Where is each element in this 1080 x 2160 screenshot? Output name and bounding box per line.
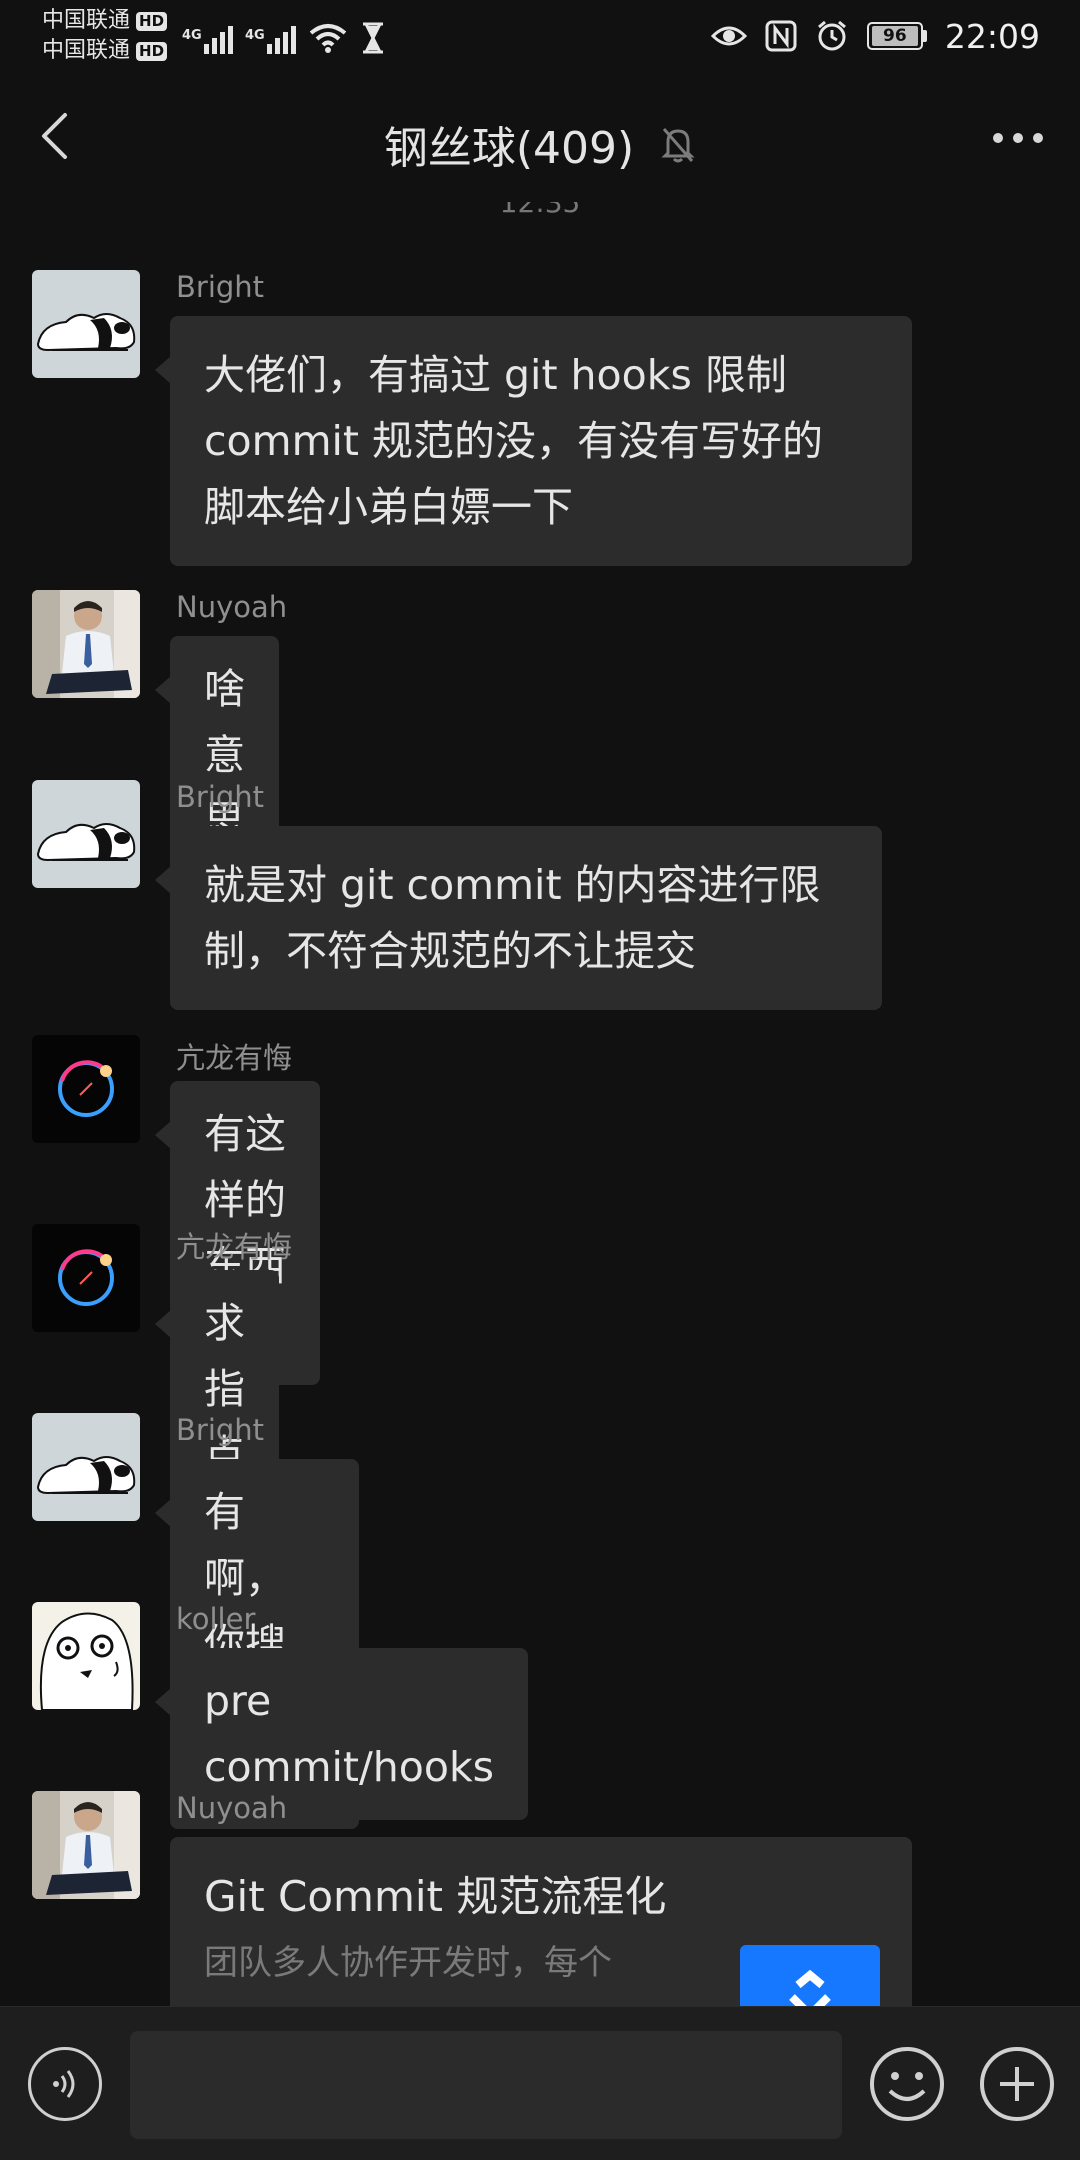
- link-description: 团队多人协作开发时，每个: [204, 1943, 612, 1983]
- message-text: 就是对 git commit 的内容进行限: [204, 861, 821, 909]
- message-bubble[interactable]: 大佬们，有搞过 git hooks 限制 commit 规范的没，有没有写好的 …: [155, 316, 912, 566]
- signal-icon: 4G: [245, 26, 296, 54]
- chat-screen: 中国联通 HD 中国联通 HD 4G 4G 96 22:09 钢丝球(409) …: [0, 0, 1080, 2160]
- sender-name: 亢龙有悔: [176, 1230, 293, 1264]
- message-text: commit 规范的没，有没有写好的: [204, 417, 824, 465]
- message-text: 大佬们，有搞过 git hooks 限制: [204, 351, 787, 399]
- alarm-icon: [817, 20, 846, 51]
- carrier-info: 中国联通 HD 中国联通 HD: [42, 6, 168, 66]
- plus-icon: [980, 2047, 1054, 2121]
- sender-name: Nuyoah: [176, 1791, 288, 1825]
- sender-name: 亢龙有悔: [176, 1041, 293, 1075]
- more-icon: [993, 133, 1043, 143]
- clock: 22:09: [944, 16, 1040, 56]
- title-group: 钢丝球(409): [0, 112, 1080, 176]
- sender-name: koller: [176, 1602, 256, 1636]
- input-bar: [0, 2006, 1080, 2160]
- avatar[interactable]: [32, 1791, 140, 1899]
- hd-badge: HD: [136, 11, 168, 31]
- sender-name: Bright: [176, 780, 265, 814]
- carrier-2: 中国联通: [42, 38, 131, 63]
- eye-icon: [710, 26, 747, 46]
- sender-name: Nuyoah: [176, 590, 288, 624]
- message-text: pre commit/hooks: [204, 1677, 495, 1791]
- avatar[interactable]: [32, 590, 140, 698]
- nfc-icon: [765, 20, 797, 52]
- battery-icon: 96: [866, 22, 927, 50]
- link-title: Git Commit 规范流程化: [204, 1872, 667, 1921]
- chat-title[interactable]: 钢丝球(409): [384, 112, 634, 176]
- message-text: 制，不符合规范的不让提交: [204, 927, 696, 975]
- chat-header: 钢丝球(409): [0, 72, 1080, 202]
- emoji-icon: [870, 2047, 944, 2121]
- message-input[interactable]: [130, 2031, 842, 2139]
- message-text: 啥意思: [204, 665, 245, 845]
- avatar[interactable]: [32, 1224, 140, 1332]
- message-bubble[interactable]: 就是对 git commit 的内容进行限 制，不符合规范的不让提交: [155, 826, 882, 1010]
- carrier-1: 中国联通: [42, 8, 131, 33]
- status-right: 96 22:09: [710, 14, 1040, 58]
- voice-icon: [53, 2070, 75, 2098]
- voice-button[interactable]: [28, 2047, 102, 2121]
- more-button[interactable]: [984, 110, 1052, 166]
- link-card[interactable]: Git Commit 规范流程化 团队多人协作开发时，每个: [170, 1837, 912, 2027]
- battery-level: 96: [871, 26, 918, 46]
- wifi-icon: [309, 24, 347, 53]
- avatar[interactable]: [32, 1602, 140, 1710]
- more-functions-button[interactable]: [978, 2045, 1056, 2123]
- avatar[interactable]: [32, 270, 140, 378]
- avatar[interactable]: [32, 1035, 140, 1143]
- mute-bell-icon: [661, 128, 695, 163]
- signal-indicators: 4G 4G: [182, 14, 386, 54]
- emoji-button[interactable]: [868, 2045, 946, 2123]
- sender-name: Bright: [176, 1413, 265, 1447]
- status-bar: 中国联通 HD 中国联通 HD 4G 4G 96 22:09: [0, 0, 1080, 72]
- hourglass-icon: [363, 22, 383, 54]
- avatar[interactable]: [32, 780, 140, 888]
- hd-badge: HD: [136, 41, 168, 61]
- sender-name: Bright: [176, 270, 265, 304]
- avatar[interactable]: [32, 1413, 140, 1521]
- signal-icon: 4G: [182, 26, 233, 54]
- message-text: 脚本给小弟白嫖一下: [204, 483, 573, 531]
